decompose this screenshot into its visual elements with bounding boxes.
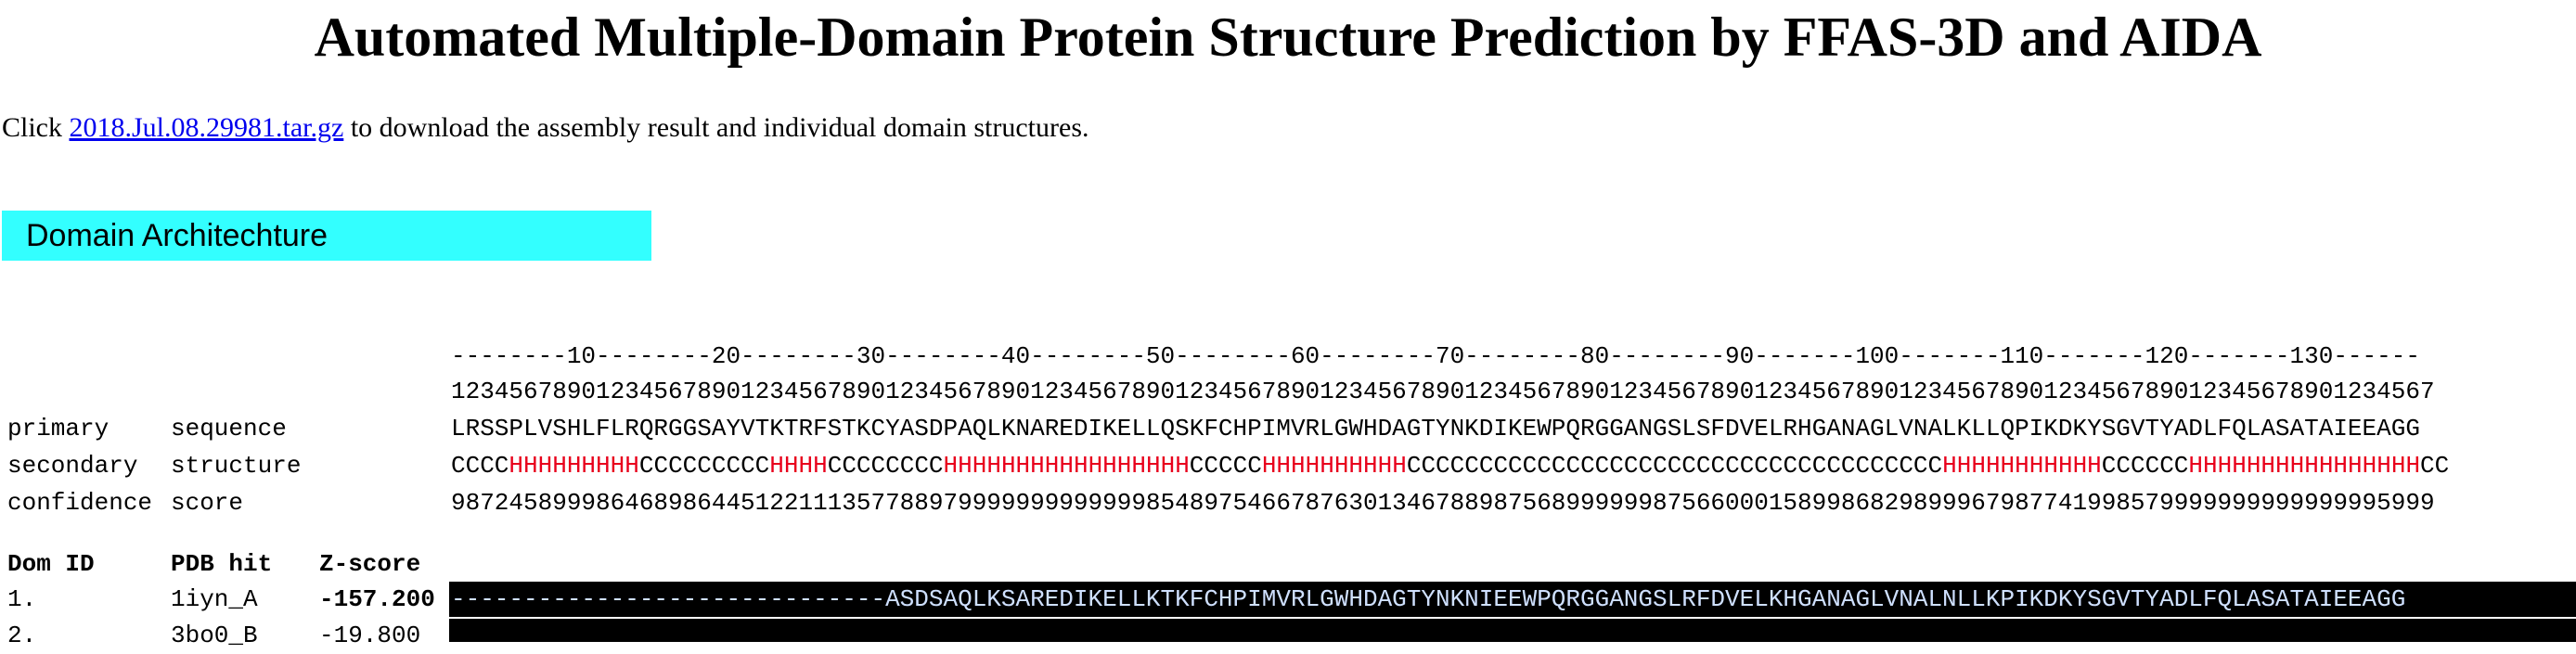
score-label: score <box>171 489 244 517</box>
primary-label: primary <box>7 415 109 442</box>
page-title: Automated Multiple-Domain Protein Struct… <box>314 6 2262 68</box>
hit-pdb-id: 1iyn_A <box>171 585 258 613</box>
helix-segment: HHHHHHHHHHHHHHHHH <box>943 452 1190 480</box>
helix-segment: HHHH <box>769 452 828 480</box>
intro-prefix: Click <box>2 112 70 143</box>
helix-segment: HHHHHHHHHH <box>1261 452 1407 480</box>
secondary-structure: CCCCHHHHHHHHHCCCCCCCCCHHHHCCCCCCCCHHHHHH… <box>451 447 2449 484</box>
sequence-label: sequence <box>171 415 287 442</box>
secondary-label: secondary <box>7 452 138 480</box>
intro-suffix: to download the assembly result and indi… <box>343 112 1089 143</box>
ruler-units: 1234567890123456789012345678901234567890… <box>451 378 2435 405</box>
confidence-score: 9872458999864689864451221113577889799999… <box>451 489 2435 517</box>
helix-segment: HHHHHHHHH <box>509 452 639 480</box>
coil-segment: CC <box>2420 452 2450 480</box>
hit-alignment-bar <box>449 619 2576 642</box>
download-link[interactable]: 2018.Jul.08.29981.tar.gz <box>70 112 344 143</box>
coil-segment: CCCCCCCCC <box>638 452 770 480</box>
download-instructions: Click 2018.Jul.08.29981.tar.gz to downlo… <box>2 109 1089 147</box>
confidence-label: confidence <box>7 489 153 517</box>
helix-segment: HHHHHHHHHHHHHHHH <box>2188 452 2421 480</box>
hit-alignment-bar: ------------------------------ASDSAQLKSA… <box>449 582 2576 617</box>
zscore-header: Z-score <box>319 550 421 578</box>
helix-segment: HHHHHHHHHHH <box>1942 452 2102 480</box>
hit-alignment: ------------------------------ASDSAQLKSA… <box>451 585 2406 613</box>
hit-pdb-id: 3bo0_B <box>171 622 258 649</box>
section-title: Domain Architechture <box>26 218 328 253</box>
coil-segment: CCCC <box>451 452 509 480</box>
domain-architecture-header: Domain Architechture <box>2 211 651 261</box>
hit-dom-id: 1. <box>7 585 37 613</box>
coil-segment: CCCCCCCCCCCCCCCCCCCCCCCCCCCCCCCCCCCCC <box>1406 452 1943 480</box>
structure-label: structure <box>171 452 302 480</box>
hit-zscore: -19.800 <box>319 622 421 649</box>
ruler-tens: --------10--------20--------30--------40… <box>451 342 2420 370</box>
dom-id-header: Dom ID <box>7 550 95 578</box>
hit-zscore: -157.200 <box>319 585 435 613</box>
primary-sequence: LRSSPLVSHLFLRQRGGSAYVTKTRFSTKCYASDPAQLKN… <box>451 415 2420 442</box>
coil-segment: CCCCCC <box>2101 452 2189 480</box>
hit-dom-id: 2. <box>7 622 37 649</box>
coil-segment: CCCCC <box>1189 452 1262 480</box>
coil-segment: CCCCCCCC <box>827 452 944 480</box>
pdb-hit-header: PDB hit <box>171 550 273 578</box>
